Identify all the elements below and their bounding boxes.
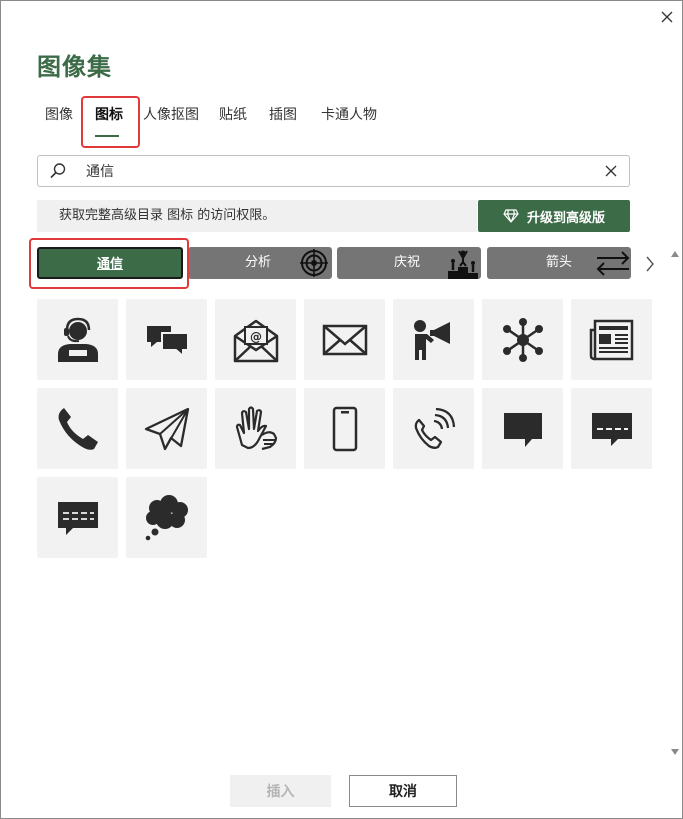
podium-icon <box>448 250 478 279</box>
category-communication[interactable]: 通信 <box>37 247 183 279</box>
chevron-right-icon <box>646 256 654 272</box>
icon-tile[interactable] <box>571 299 652 380</box>
icon-tile[interactable] <box>126 388 207 469</box>
target-icon <box>300 249 328 277</box>
network-icon <box>502 317 543 362</box>
envelope-icon <box>322 324 367 355</box>
search-icon <box>38 162 78 180</box>
icon-tile[interactable] <box>37 299 118 380</box>
icon-tile[interactable] <box>482 388 563 469</box>
scroll-down-arrow[interactable] <box>671 749 679 755</box>
icon-tile[interactable] <box>126 477 207 558</box>
cancel-button[interactable]: 取消 <box>349 775 457 807</box>
thought-bubble-icon <box>145 494 188 540</box>
newspaper-icon <box>589 319 633 360</box>
icon-tile[interactable] <box>304 388 385 469</box>
premium-notice: 获取完整高级目录 图标 的访问权限。 <box>37 200 477 232</box>
clear-search-button[interactable] <box>593 165 629 177</box>
category-celebration[interactable]: 庆祝 <box>337 247 481 279</box>
speech-bubble-dashes-icon <box>57 501 98 535</box>
email-open-icon: @ <box>233 319 278 362</box>
svg-text:@: @ <box>250 330 262 344</box>
icon-tile[interactable] <box>126 299 207 380</box>
speech-bubble-text-icon <box>591 412 632 446</box>
phone-ringing-icon <box>414 407 455 449</box>
tab-stickers[interactable]: 贴纸 <box>209 101 257 131</box>
icon-tile[interactable] <box>571 388 652 469</box>
icon-tile[interactable] <box>37 388 118 469</box>
icon-tile[interactable] <box>482 299 563 380</box>
search-input[interactable] <box>78 163 593 179</box>
tab-cutout-people[interactable]: 人像抠图 <box>133 101 209 131</box>
mobile-phone-icon <box>332 406 357 451</box>
sign-language-icon <box>235 405 277 450</box>
vertical-scrollbar[interactable] <box>668 247 682 759</box>
icon-tile[interactable]: @ <box>215 299 296 380</box>
icon-tile[interactable] <box>393 388 474 469</box>
upgrade-label: 升级到高级版 <box>526 210 605 226</box>
category-arrows[interactable]: 箭头 <box>487 247 631 279</box>
close-button[interactable] <box>655 5 679 29</box>
category-next-button[interactable] <box>641 251 659 277</box>
phone-icon <box>58 407 98 450</box>
icon-tile[interactable] <box>37 477 118 558</box>
close-icon <box>661 11 673 23</box>
chat-bubbles-icon <box>146 325 189 358</box>
icon-tile[interactable] <box>215 388 296 469</box>
paper-plane-icon <box>144 407 189 450</box>
tab-images[interactable]: 图像 <box>37 101 81 131</box>
scroll-up-arrow[interactable] <box>671 251 679 257</box>
tab-icons[interactable]: 图标 <box>81 101 133 137</box>
icon-tile[interactable] <box>304 299 385 380</box>
dialog-title: 图像集 <box>37 53 112 81</box>
headset-person-icon <box>57 317 98 362</box>
clear-icon <box>605 165 617 177</box>
upgrade-button[interactable]: 升级到高级版 <box>478 200 630 232</box>
swap-arrows-icon <box>596 251 630 276</box>
insert-button[interactable]: 插入 <box>230 775 331 807</box>
category-analysis[interactable]: 分析 <box>188 247 332 279</box>
tab-bar: 图像 图标 人像抠图 贴纸 插图 卡通人物 <box>37 101 389 141</box>
search-box <box>37 155 630 187</box>
tab-illustrations[interactable]: 插图 <box>257 101 309 131</box>
diamond-icon <box>503 209 519 223</box>
icon-gallery-dialog: 图像集 图像 图标 人像抠图 贴纸 插图 卡通人物 获取完整高级目录 图标 的访… <box>0 0 683 819</box>
megaphone-person-icon <box>413 319 450 360</box>
speech-bubble-icon <box>503 412 542 447</box>
tab-cartoon-people[interactable]: 卡通人物 <box>309 101 389 131</box>
icon-tile[interactable] <box>393 299 474 380</box>
